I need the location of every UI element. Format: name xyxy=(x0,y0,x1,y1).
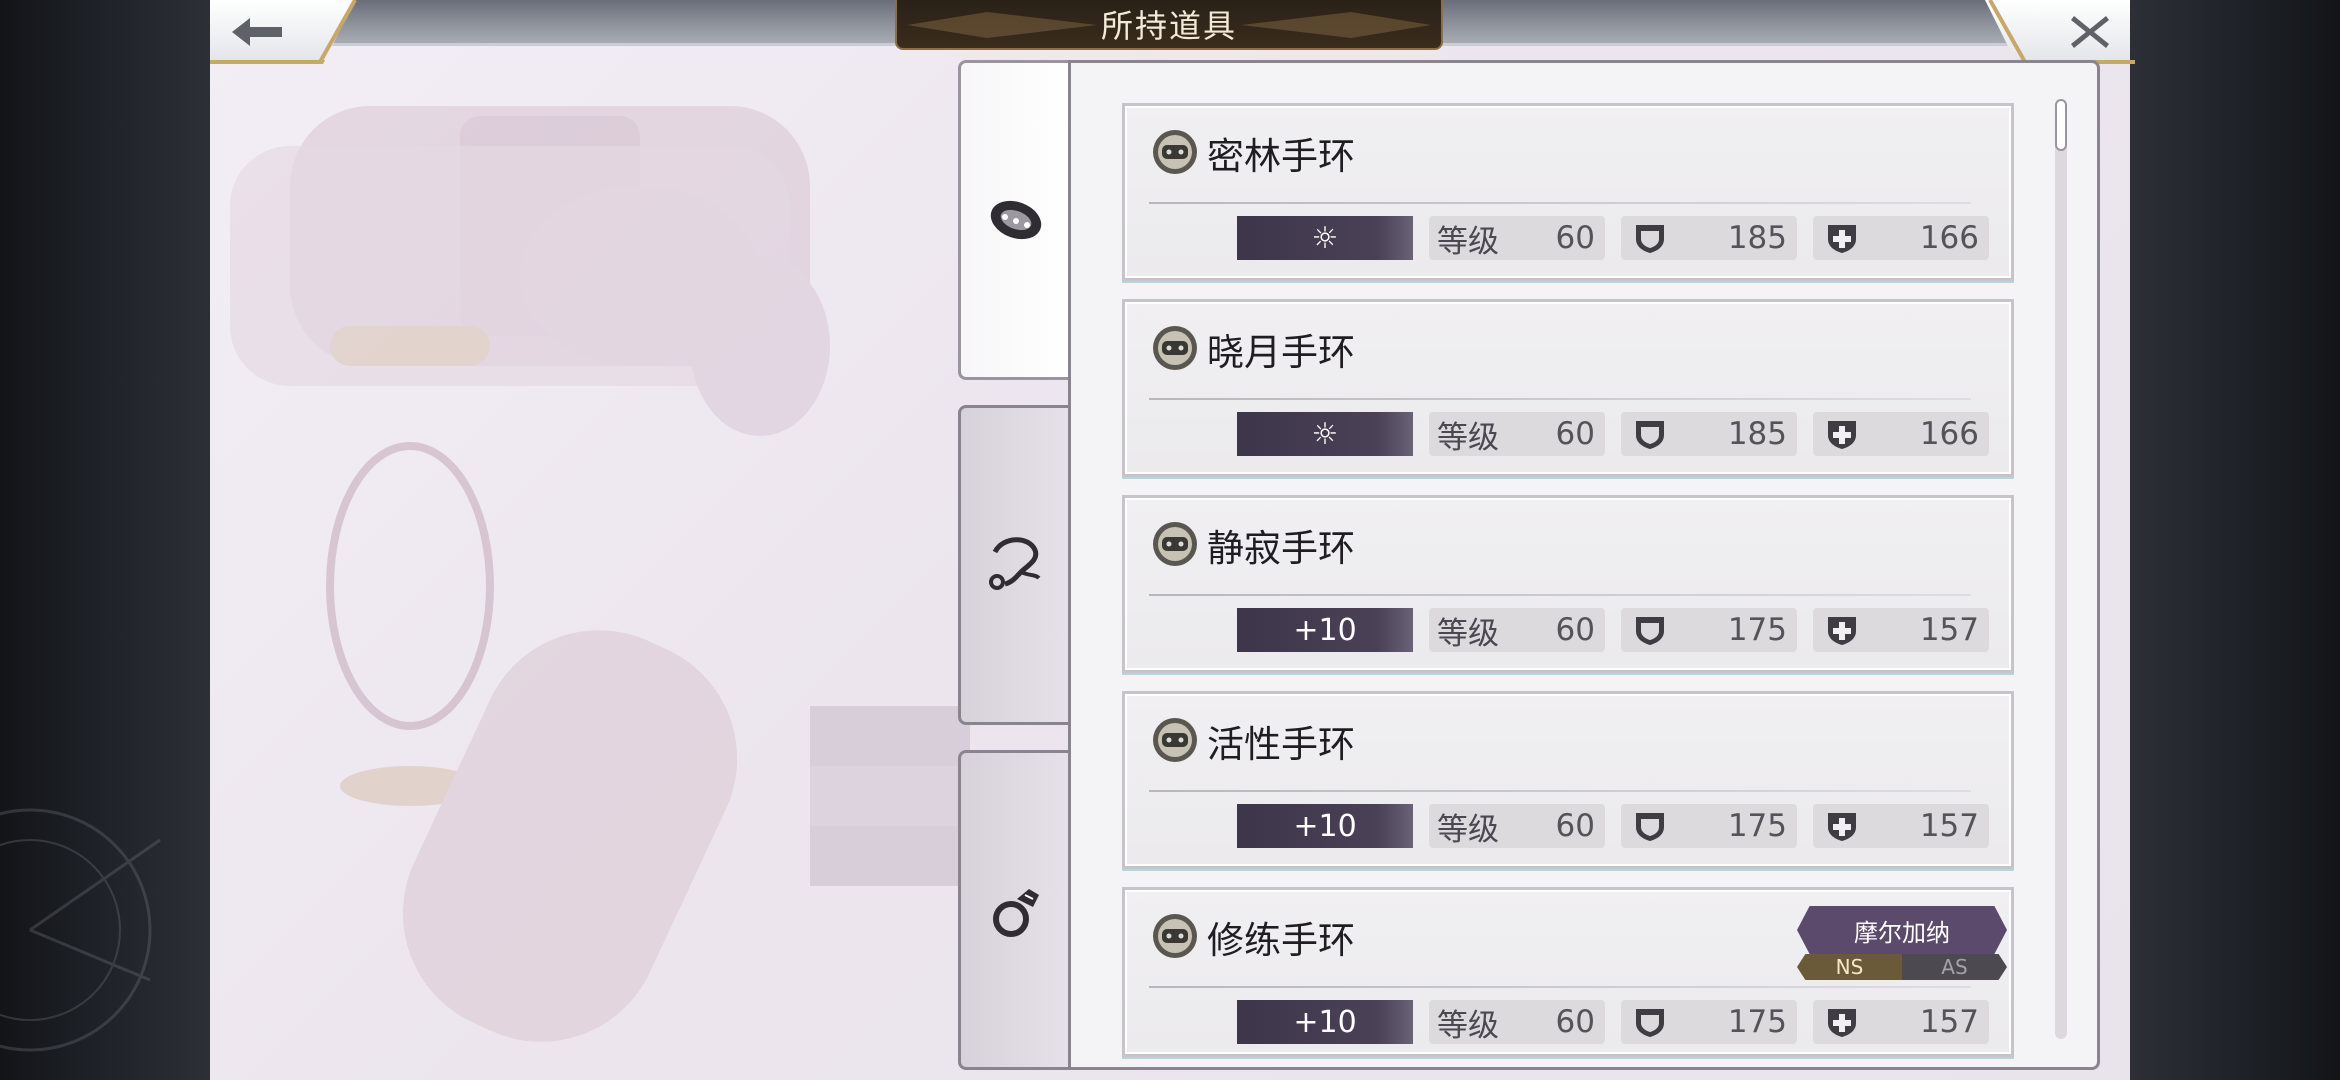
level-stat: 等级 60 xyxy=(1429,1000,1605,1044)
level-stat: 等级 60 xyxy=(1429,412,1605,456)
defense-stat: 175 xyxy=(1621,608,1797,652)
defense-value: 175 xyxy=(1727,612,1787,648)
defense-stat: 185 xyxy=(1621,216,1797,260)
shield-icon xyxy=(1636,225,1664,253)
as-label: AS xyxy=(1902,954,2007,980)
shield-icon xyxy=(1636,421,1664,449)
category-tabs xyxy=(958,60,1068,1070)
shield-icon xyxy=(1636,617,1664,645)
level-label: 等级 xyxy=(1437,615,1499,652)
close-icon xyxy=(2071,16,2109,48)
page-title: 所持道具 xyxy=(1100,7,1237,45)
bracelet-item-icon xyxy=(1153,326,1197,370)
title-ornament-icon xyxy=(1241,12,1431,38)
defense-stat: 175 xyxy=(1621,1000,1797,1044)
character-badge: 摩尔加纳 xyxy=(1797,906,2007,954)
item-card[interactable]: 密林手环 ☼ 等级 60 185 166 xyxy=(1122,103,2014,281)
magic-defense-stat: 166 xyxy=(1813,412,1989,456)
level-value: 60 xyxy=(1555,416,1595,452)
ring-icon xyxy=(993,889,1039,937)
necklace-icon xyxy=(989,537,1041,590)
refine-badge: +10 xyxy=(1237,804,1413,848)
defense-value: 185 xyxy=(1727,220,1787,256)
shield-icon xyxy=(1636,813,1664,841)
level-stat: 等级 60 xyxy=(1429,608,1605,652)
item-card[interactable]: 活性手环 +10 等级 60 175 157 xyxy=(1122,691,2014,869)
refine-badge: +10 xyxy=(1237,608,1413,652)
magic-shield-icon xyxy=(1828,421,1856,449)
right-frame xyxy=(2130,0,2340,1080)
shield-icon xyxy=(1636,1009,1664,1037)
magic-defense-value: 157 xyxy=(1919,808,1979,844)
refine-badge: +10 xyxy=(1237,1000,1413,1044)
divider xyxy=(1149,986,1971,988)
defense-stat: 185 xyxy=(1621,412,1797,456)
magic-defense-stat: 166 xyxy=(1813,216,1989,260)
tab-rings[interactable] xyxy=(958,750,1068,1070)
defense-stat: 175 xyxy=(1621,804,1797,848)
item-name: 晓月手环 xyxy=(1207,331,1355,374)
bracelet-item-icon xyxy=(1153,914,1197,958)
refine-badge: ☼ xyxy=(1237,216,1413,260)
refine-badge: ☼ xyxy=(1237,412,1413,456)
ns-label: NS xyxy=(1797,954,1902,980)
tab-necklaces[interactable] xyxy=(958,405,1068,725)
bracelet-item-icon xyxy=(1153,522,1197,566)
magic-shield-icon xyxy=(1828,813,1856,841)
magic-defense-value: 157 xyxy=(1919,1004,1979,1040)
title-ornament-icon xyxy=(907,12,1097,38)
magic-defense-value: 157 xyxy=(1919,612,1979,648)
magic-defense-value: 166 xyxy=(1919,416,1979,452)
item-card[interactable]: 修练手环 摩尔加纳 NS AS +10 等级 60 175 157 xyxy=(1122,887,2014,1057)
level-value: 60 xyxy=(1555,808,1595,844)
defense-value: 185 xyxy=(1727,416,1787,452)
level-stat: 等级 60 xyxy=(1429,804,1605,848)
item-card[interactable]: 晓月手环 ☼ 等级 60 185 166 xyxy=(1122,299,2014,477)
level-label: 等级 xyxy=(1437,811,1499,848)
level-label: 等级 xyxy=(1437,419,1499,456)
level-value: 60 xyxy=(1555,1004,1595,1040)
magic-defense-stat: 157 xyxy=(1813,608,1989,652)
bracelet-item-icon xyxy=(1153,130,1197,174)
magic-defense-stat: 157 xyxy=(1813,804,1989,848)
bracelet-item-icon xyxy=(1153,718,1197,762)
item-name: 修练手环 xyxy=(1207,919,1355,962)
level-label: 等级 xyxy=(1437,223,1499,260)
bracelet-icon xyxy=(990,200,1042,240)
magic-defense-value: 166 xyxy=(1919,220,1979,256)
style-indicator: NS AS xyxy=(1797,954,2007,980)
magic-defense-stat: 157 xyxy=(1813,1000,1989,1044)
tab-bracelets[interactable] xyxy=(958,60,1068,380)
clock-ornament-icon xyxy=(0,808,161,1052)
left-frame xyxy=(0,0,210,1080)
divider xyxy=(1149,594,1971,596)
divider xyxy=(1149,202,1971,204)
item-name: 活性手环 xyxy=(1207,723,1355,766)
magic-shield-icon xyxy=(1828,225,1856,253)
divider xyxy=(1149,398,1971,400)
level-label: 等级 xyxy=(1437,1007,1499,1044)
item-name: 密林手环 xyxy=(1207,135,1355,178)
divider xyxy=(1149,790,1971,792)
level-value: 60 xyxy=(1555,220,1595,256)
magic-shield-icon xyxy=(1828,617,1856,645)
level-stat: 等级 60 xyxy=(1429,216,1605,260)
magic-shield-icon xyxy=(1828,1009,1856,1037)
scrollbar[interactable] xyxy=(2055,99,2067,1039)
back-arrow-icon xyxy=(232,18,282,46)
defense-value: 175 xyxy=(1727,1004,1787,1040)
item-card[interactable]: 静寂手环 +10 等级 60 175 157 xyxy=(1122,495,2014,673)
defense-value: 175 xyxy=(1727,808,1787,844)
title-plate: 所持道具 xyxy=(895,0,1443,50)
item-name: 静寂手环 xyxy=(1207,527,1355,570)
scrollbar-thumb[interactable] xyxy=(2055,99,2067,151)
level-value: 60 xyxy=(1555,612,1595,648)
